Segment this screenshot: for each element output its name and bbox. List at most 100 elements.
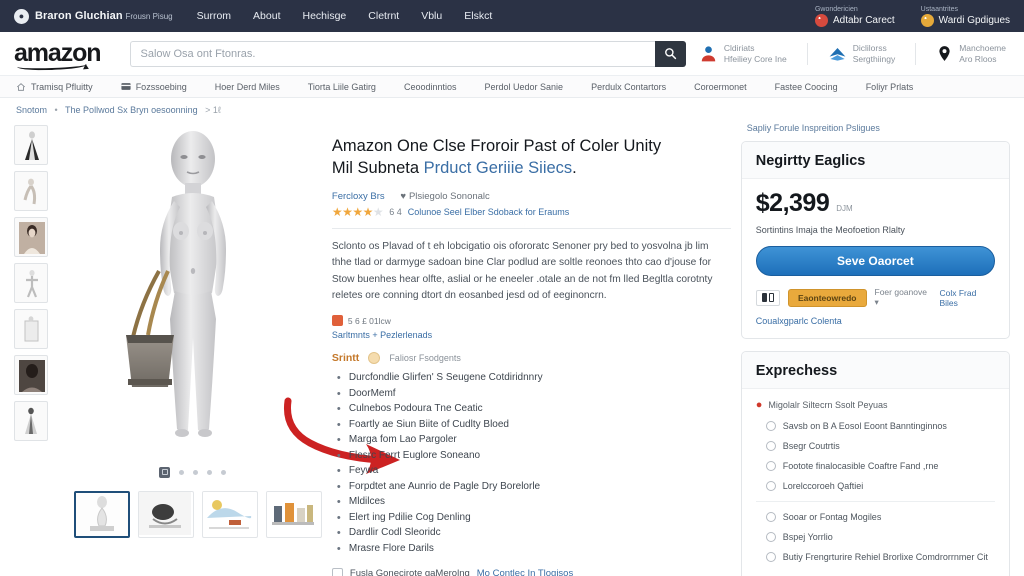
option-row[interactable]: Savsb on B A Eosol Eoont Banntinginnos xyxy=(765,420,995,432)
category-nav-item-8[interactable]: Fastee Coocing xyxy=(775,82,838,92)
option-radio[interactable] xyxy=(765,551,776,562)
payment-link[interactable]: Colx Frad Biles xyxy=(939,288,995,308)
rating-review-link[interactable]: Colunoe Seel Elber Sdoback for Eraums xyxy=(408,207,570,217)
feature-item: Mldilces xyxy=(337,494,731,511)
feature-item: Culnebos Podoura Tne Ceatic xyxy=(337,401,731,418)
option-radio[interactable] xyxy=(765,461,776,472)
option-row[interactable]: Lorelccoroeh Qaftiei xyxy=(765,480,995,492)
feature-item: Durcfondlie Glirfen' S Seugene Cotdiridn… xyxy=(337,370,731,387)
thumbnail-4[interactable] xyxy=(14,309,48,349)
offer-link[interactable]: Mo Contlec In Tlogisos xyxy=(477,568,573,576)
category-nav-item-7[interactable]: Coroermonet xyxy=(694,82,747,92)
grid-icon[interactable] xyxy=(159,466,171,478)
gallery-card-bag[interactable] xyxy=(137,491,194,538)
thumbnail-5[interactable] xyxy=(14,355,48,395)
feature-item: Dardlir Codl Sleoridc xyxy=(337,525,731,542)
divider xyxy=(331,227,731,229)
amazon-logo[interactable]: amazon xyxy=(14,41,106,72)
option-row[interactable]: Butiy Frengrturire Rehiel Brorlixe Comdr… xyxy=(765,551,995,563)
search-button[interactable] xyxy=(655,40,687,67)
brand-link[interactable]: Fercloxy Brs xyxy=(332,191,385,202)
category-nav-item-6[interactable]: Perdulx Contartors xyxy=(591,82,666,92)
category-nav-label-0: Tramisq Pfluitty xyxy=(31,81,93,92)
option-radio[interactable] xyxy=(765,441,776,452)
category-nav-item-3[interactable]: Tiorta Liile Gatirg xyxy=(308,82,376,92)
option-row[interactable]: Footote finalocasible Coaftre Fand ,rne xyxy=(765,460,995,472)
divider xyxy=(915,42,917,65)
gallery-card-mannequin[interactable] xyxy=(73,491,130,538)
delivery-icon xyxy=(829,47,846,61)
option-radio[interactable] xyxy=(765,511,776,522)
gallery-card-sketch[interactable] xyxy=(201,491,258,538)
category-nav-item-0[interactable]: Tramisq Pfluitty xyxy=(16,82,93,92)
map-pin-icon xyxy=(939,46,950,61)
site-brand[interactable]: ● Braron Gluchian Frousn Pisug xyxy=(14,8,173,24)
header-action-customer[interactable]: Cldiriats Hfeiliey Core Ine xyxy=(699,43,787,64)
buy-card-heading: Negirtty Eaglics xyxy=(741,142,1009,179)
spec-chip-icon[interactable] xyxy=(368,352,381,365)
breadcrumb-trail[interactable]: The Pollwod Sx Bryn oesoonning xyxy=(65,105,198,115)
rating-stars: ★★★★★ xyxy=(331,204,384,219)
top-nav-item-1[interactable]: About xyxy=(253,10,280,22)
category-nav-item-5[interactable]: Perdol Uedor Sanie xyxy=(485,82,564,92)
account-chip-0[interactable]: Gwondericien Adtabr Carect xyxy=(814,6,895,27)
top-nav-item-3[interactable]: Cletrnt xyxy=(368,10,399,22)
gallery-card-shelf[interactable] xyxy=(265,491,322,538)
top-utility-bar: ● Braron Gluchian Frousn Pisug Surrom Ab… xyxy=(0,0,1024,32)
feature-item: Elert ing Pdilie Cog Denling xyxy=(337,510,731,527)
brand-title: Braron Gluchian xyxy=(35,9,123,22)
top-nav: Surrom About Hechisge Cletrnt Vblu Elskc… xyxy=(197,10,493,22)
thumbnail-1[interactable] xyxy=(14,171,48,211)
buy-box-panel: Sapliy Forule Inspreition Psligues Negir… xyxy=(740,119,1010,576)
option-row[interactable]: Bsegr Coutrtis xyxy=(765,440,995,452)
offer-checkbox-row[interactable]: Fusla Gonecirote gaMerolng Mo Contlec In… xyxy=(331,568,731,576)
search-input[interactable] xyxy=(130,40,656,67)
product-title-link[interactable]: Prduct Geriiie Siiecs xyxy=(424,159,573,177)
option-row[interactable]: Sooar or Fontag Mogiles xyxy=(765,511,995,523)
payment-select[interactable]: Foer goanove ▾ xyxy=(875,287,932,308)
thumbnail-3[interactable] xyxy=(14,263,48,303)
option-row[interactable]: Bspej Yorrlio xyxy=(765,531,995,543)
options-card-heading: Exprechess xyxy=(741,352,1009,389)
category-nav: Tramisq Pfluitty Fozssoebing Hoer Derd M… xyxy=(0,76,1024,98)
rating-row[interactable]: ★★★★★ 6 4 Colunoe Seel Elber Sdoback for… xyxy=(332,205,731,219)
save-button[interactable]: Seve Oaorcet xyxy=(755,246,995,276)
delivery-location-row[interactable]: ● Migolalr Siltecrn Ssolt Peyuas xyxy=(756,399,995,411)
right-top-link[interactable]: Sapliy Forule Inspreition Psligues xyxy=(741,123,1010,133)
option-radio[interactable] xyxy=(765,531,776,542)
top-accounts: Gwondericien Adtabr Carect Ustaantrites … xyxy=(814,5,1010,27)
account-caption-1: Ustaantrites xyxy=(920,5,959,13)
buy-card-under-link[interactable]: Coualxgparlc Colenta xyxy=(756,316,995,326)
header-action-delivery[interactable]: Diclilorss Sergthiingy xyxy=(828,43,895,64)
product-badge-row: 5 6 £ 01lcw xyxy=(331,315,731,327)
category-nav-item-4[interactable]: Ceoodinntios xyxy=(404,82,457,92)
breadcrumb-root[interactable]: Snotom xyxy=(16,105,47,115)
option-radio[interactable] xyxy=(765,481,776,492)
product-title-line1: Amazon One Clse Froroir Past of Coler Un… xyxy=(331,137,662,156)
category-nav-item-1[interactable]: Fozssoebing xyxy=(121,82,187,92)
top-nav-item-4[interactable]: Vblu xyxy=(421,10,442,22)
option-radio[interactable] xyxy=(765,421,776,431)
thumbnail-0[interactable] xyxy=(14,125,48,165)
offer-checkbox[interactable] xyxy=(331,568,343,576)
account-chip-1[interactable]: Ustaantrites Wardi Gpdigues xyxy=(920,5,1010,27)
top-nav-item-5[interactable]: Elskct xyxy=(464,10,492,22)
product-price: $2,399 xyxy=(755,189,830,217)
header-action-customer-label: Cldiriats Hfeiliey Core Ine xyxy=(723,42,787,64)
top-nav-item-0[interactable]: Surrom xyxy=(197,10,231,22)
payment-row: Eaonteowredo Foer goanove ▾ Colx Frad Bi… xyxy=(755,287,995,308)
feature-item: Forpdtet ane Aunrio de Pagle Dry Borelor… xyxy=(337,479,731,496)
hero-image[interactable] xyxy=(64,121,322,471)
category-nav-item-9[interactable]: Foliyr Prlats xyxy=(866,82,914,92)
top-nav-item-2[interactable]: Hechisge xyxy=(303,10,347,22)
header-action-location[interactable]: Manchoeme Aro Rloos xyxy=(936,43,1006,64)
option-group-a: Savsb on B A Eosol Eoont Banntinginnos B… xyxy=(756,420,995,493)
page-title: Amazon One Clse Froroir Past of Coler Un… xyxy=(332,136,731,180)
product-sub-link[interactable]: Sarltmnts + Pezlerlenads xyxy=(332,330,731,340)
thumbnail-2[interactable] xyxy=(14,217,48,257)
payment-pill[interactable]: Eaonteowredo xyxy=(787,288,867,307)
thumbnail-6[interactable] xyxy=(14,401,48,441)
feature-item: Mrasre Flore Darils xyxy=(337,541,731,558)
category-nav-item-2[interactable]: Hoer Derd Miles xyxy=(215,82,280,92)
divider xyxy=(806,42,808,65)
